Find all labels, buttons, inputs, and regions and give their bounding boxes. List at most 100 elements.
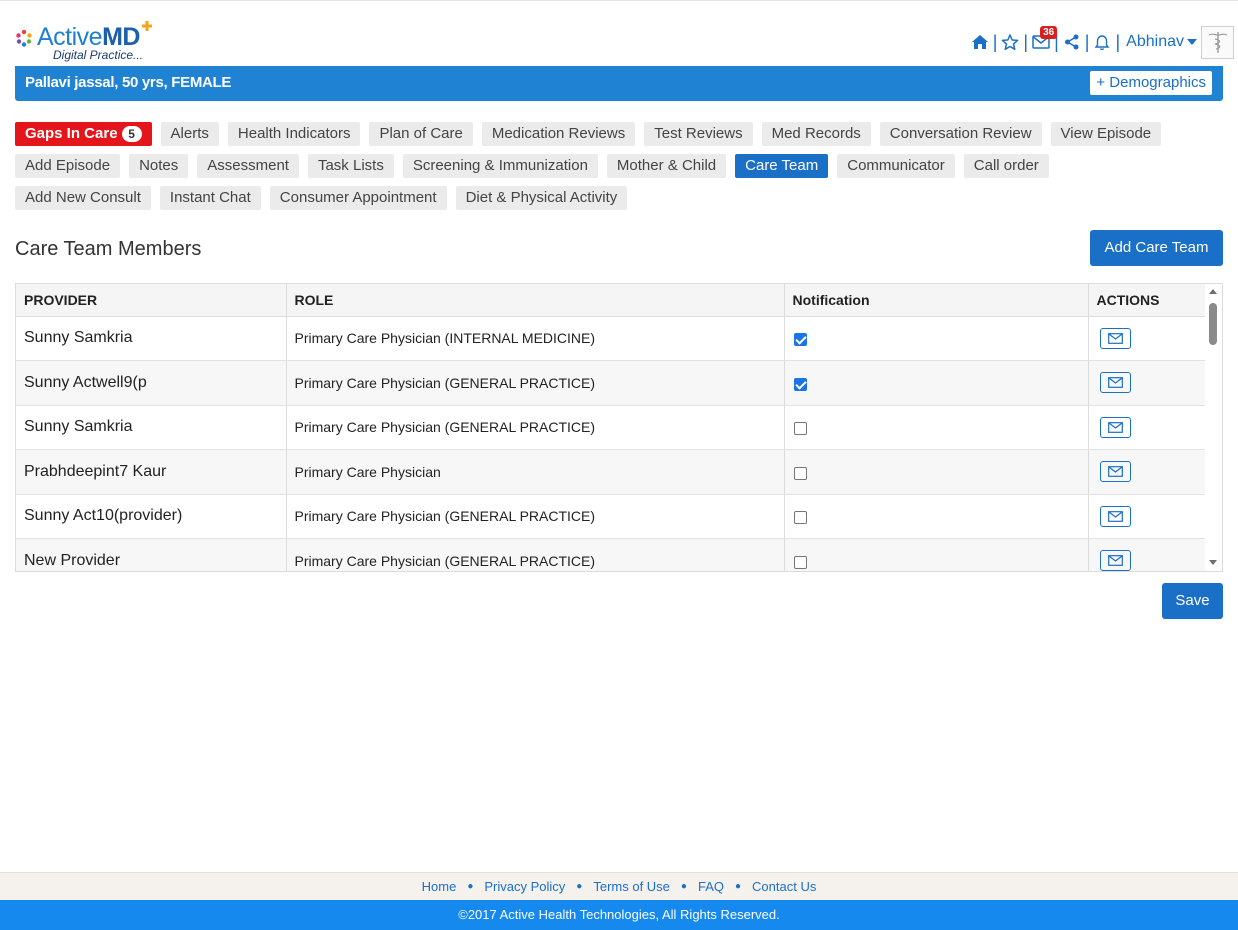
actions-cell [1088, 360, 1207, 406]
provider-role: Primary Care Physician (GENERAL PRACTICE… [286, 494, 785, 539]
tab-communicator[interactable]: Communicator [837, 154, 955, 178]
scrollbar-thumb[interactable] [1209, 303, 1217, 345]
column-header-provider[interactable]: PROVIDER [16, 284, 287, 317]
tab-assessment[interactable]: Assessment [197, 154, 299, 178]
provider-name: Sunny Act10(provider) [16, 494, 287, 539]
actions-cell [1088, 405, 1207, 450]
tab-med-records[interactable]: Med Records [761, 122, 871, 146]
notification-cell [784, 405, 1089, 450]
scroll-up-arrow-icon[interactable] [1209, 289, 1217, 294]
scroll-down-arrow-icon[interactable] [1209, 560, 1217, 565]
tab-instant-chat[interactable]: Instant Chat [159, 186, 261, 210]
footer-link-home[interactable]: Home [422, 879, 457, 894]
table-scrollbar[interactable] [1205, 284, 1222, 571]
add-care-team-button[interactable]: Add Care Team [1090, 230, 1223, 266]
tab-add-episode[interactable]: Add Episode [15, 154, 121, 178]
activemd-logo[interactable]: ActiveMD Digital Practice... [15, 21, 155, 63]
caduceus-icon [1208, 32, 1227, 53]
tab-call-order[interactable]: Call order [963, 154, 1049, 178]
send-message-button[interactable] [1099, 372, 1131, 394]
provider-role: Primary Care Physician [286, 449, 785, 495]
tab-consumer-appointment[interactable]: Consumer Appointment [269, 186, 447, 210]
tab-screening-immunization[interactable]: Screening & Immunization [402, 154, 598, 178]
logo-tagline: Digital Practice... [53, 48, 144, 62]
envelope-icon [1107, 510, 1123, 522]
tab-add-new-consult[interactable]: Add New Consult [15, 186, 151, 210]
footer-links: Home ● Privacy Policy ● Terms of Use ● F… [0, 872, 1238, 900]
send-message-button[interactable] [1099, 505, 1131, 527]
notification-checkbox[interactable] [793, 377, 807, 391]
notification-checkbox[interactable] [793, 466, 807, 480]
provider-role: Primary Care Physician (INTERNAL MEDICIN… [286, 316, 785, 361]
provider-name: Sunny Samkria [16, 405, 287, 450]
bullet-separator: ● [680, 881, 687, 892]
separator: | [1084, 32, 1090, 52]
actions-cell [1088, 449, 1207, 495]
provider-name: New Provider [16, 538, 287, 571]
save-button[interactable]: Save [1162, 583, 1223, 619]
send-message-button[interactable] [1099, 327, 1131, 349]
actions-cell [1088, 494, 1207, 539]
notification-cell [784, 316, 1089, 361]
notification-checkbox[interactable] [793, 555, 807, 569]
tab-task-lists[interactable]: Task Lists [307, 154, 394, 178]
top-header: ActiveMD Digital Practice... | | 36 | | … [0, 0, 1238, 66]
envelope-icon [1107, 466, 1123, 478]
logo-plus-icon [142, 21, 152, 31]
table-row: Sunny Actwell9(p Primary Care Physician … [16, 360, 1207, 406]
tab-alerts[interactable]: Alerts [160, 122, 219, 146]
tab-conversation-review[interactable]: Conversation Review [879, 122, 1042, 146]
column-header-role[interactable]: ROLE [286, 284, 785, 317]
header-toolbar: | | 36 | | | Abhinav [969, 25, 1238, 59]
home-icon[interactable] [969, 31, 991, 53]
tab-care-team[interactable]: Care Team [735, 154, 829, 178]
chevron-down-icon[interactable] [1187, 39, 1197, 45]
tab-row: Add Episode Notes Assessment Task Lists … [15, 154, 1225, 178]
footer-link-privacy-policy[interactable]: Privacy Policy [484, 879, 565, 894]
table-header-row: PROVIDER ROLE Notification ACTIONS [16, 284, 1207, 317]
send-message-button[interactable] [1099, 550, 1131, 571]
tab-view-episode[interactable]: View Episode [1050, 122, 1162, 146]
tab-health-indicators[interactable]: Health Indicators [227, 122, 361, 146]
tab-notes[interactable]: Notes [129, 154, 189, 178]
tab-row: Add New Consult Instant Chat Consumer Ap… [15, 186, 1225, 210]
tab-test-reviews[interactable]: Test Reviews [644, 122, 753, 146]
envelope-icon [1107, 421, 1123, 433]
demographics-button[interactable]: + Demographics [1090, 71, 1212, 95]
actions-cell [1088, 538, 1207, 571]
bell-icon[interactable] [1091, 31, 1113, 53]
tab-plan-of-care[interactable]: Plan of Care [369, 122, 473, 146]
table-row: Sunny Samkria Primary Care Physician (IN… [16, 316, 1207, 361]
care-team-table: PROVIDER ROLE Notification ACTIONS Sunny… [15, 283, 1223, 572]
footer-link-terms-of-use[interactable]: Terms of Use [593, 879, 670, 894]
copyright-bar: ©2017 Active Health Technologies, All Ri… [0, 900, 1238, 930]
user-menu-name[interactable]: Abhinav [1126, 33, 1184, 51]
notification-checkbox[interactable] [793, 333, 807, 347]
table-row: New Provider Primary Care Physician (GEN… [16, 538, 1207, 571]
share-icon[interactable] [1061, 31, 1083, 53]
footer-link-contact-us[interactable]: Contact Us [752, 879, 816, 894]
footer-link-faq[interactable]: FAQ [698, 879, 724, 894]
avatar[interactable] [1201, 25, 1234, 59]
module-tabs: Gaps In Care 5 Alerts Health Indicators P… [15, 122, 1225, 218]
table-row: Sunny Act10(provider) Primary Care Physi… [16, 494, 1207, 539]
tab-medication-reviews[interactable]: Medication Reviews [481, 122, 636, 146]
separator: | [992, 32, 998, 52]
tab-diet-physical-activity[interactable]: Diet & Physical Activity [455, 186, 628, 210]
notification-checkbox[interactable] [793, 511, 807, 525]
bullet-separator: ● [467, 881, 474, 892]
notification-checkbox[interactable] [793, 422, 807, 436]
notification-cell [784, 449, 1089, 495]
tab-gaps-in-care[interactable]: Gaps In Care 5 [15, 122, 152, 146]
table-row: Prabhdeepint7 Kaur Primary Care Physicia… [16, 449, 1207, 495]
send-message-button[interactable] [1099, 416, 1131, 438]
tab-mother-child[interactable]: Mother & Child [606, 154, 727, 178]
bullet-separator: ● [576, 881, 583, 892]
send-message-button[interactable] [1099, 461, 1131, 483]
mail-icon[interactable]: 36 [1030, 26, 1058, 53]
provider-role: Primary Care Physician (GENERAL PRACTICE… [286, 360, 785, 406]
column-header-notification[interactable]: Notification [784, 284, 1089, 317]
message-count-badge: 36 [1040, 26, 1058, 39]
notification-cell [784, 494, 1089, 539]
star-icon[interactable] [999, 31, 1021, 53]
